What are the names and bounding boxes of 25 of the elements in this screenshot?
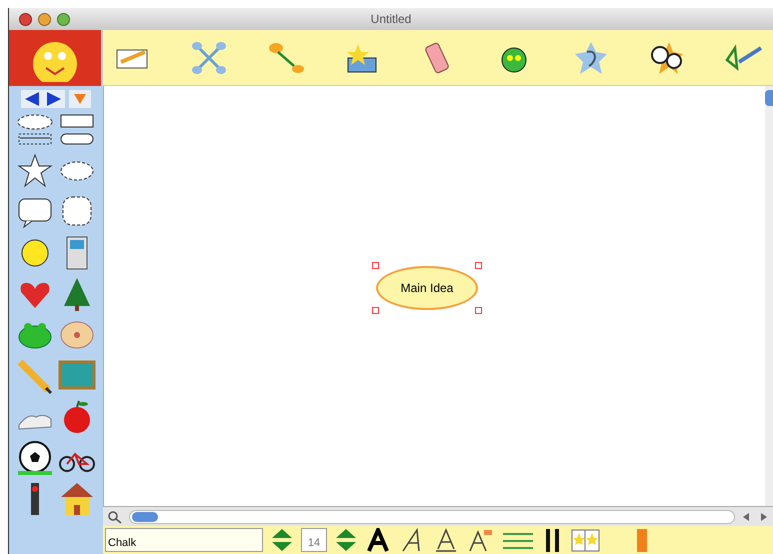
size-stepper-icon[interactable]: [335, 528, 357, 552]
selection-handle[interactable]: [372, 262, 379, 269]
close-button[interactable]: [19, 12, 32, 26]
font-size-field[interactable]: 14: [301, 528, 327, 552]
sun-logo[interactable]: [9, 30, 103, 86]
back-forward-arrows-icon[interactable]: [21, 90, 65, 108]
selection-handle[interactable]: [475, 307, 482, 314]
bold-icon[interactable]: [365, 528, 391, 552]
font-field[interactable]: Chalk: [105, 528, 263, 552]
zoom-button[interactable]: [57, 12, 70, 26]
vertical-scrollbar[interactable]: [765, 86, 773, 506]
zoom-icon[interactable]: [107, 510, 123, 524]
underline-icon[interactable]: [433, 528, 459, 552]
selection-handle[interactable]: [475, 262, 482, 269]
soccer-ball-icon[interactable]: [16, 440, 54, 476]
horizontal-scrollbar[interactable]: [129, 510, 735, 524]
text-color-icon[interactable]: [467, 528, 493, 552]
selection-handle[interactable]: [372, 307, 379, 314]
star-shape-icon[interactable]: [16, 153, 54, 189]
star-cards-icon[interactable]: [571, 528, 601, 552]
font-stepper-icon[interactable]: [271, 528, 293, 552]
scroll-arrows-icon[interactable]: [741, 512, 769, 522]
minimize-button[interactable]: [38, 12, 51, 26]
main-idea-node[interactable]: Main Idea: [376, 266, 478, 310]
window-title: Untitled: [370, 11, 412, 28]
